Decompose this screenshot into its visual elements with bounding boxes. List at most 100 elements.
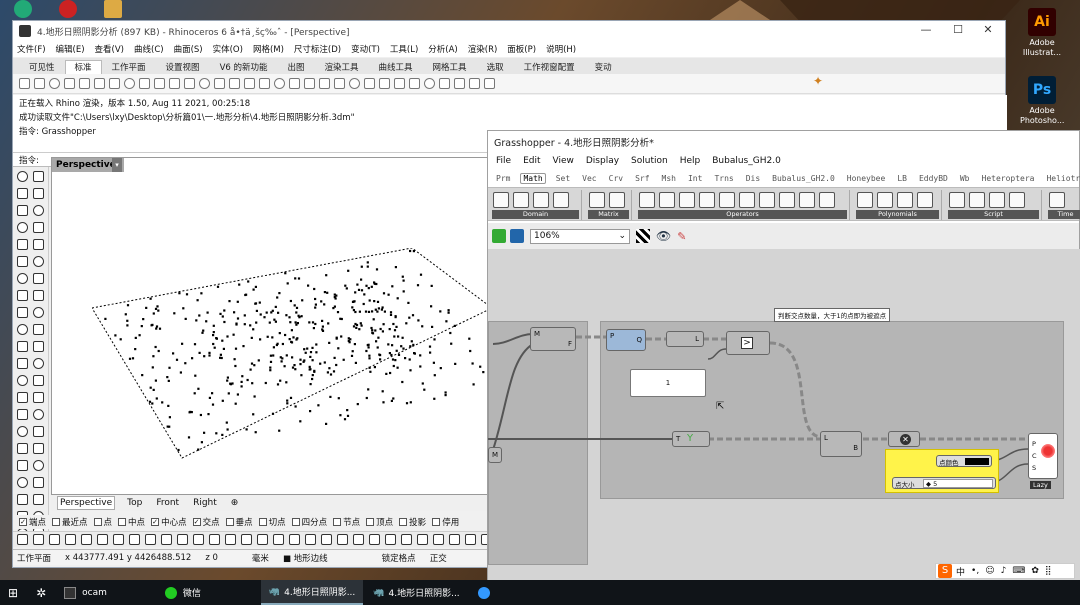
osnap-toggle[interactable]: 垂点 — [225, 516, 253, 528]
status-cplane[interactable]: 工作平面 — [17, 552, 51, 564]
component-icon[interactable] — [1009, 192, 1025, 208]
checkbox[interactable] — [118, 518, 127, 526]
tool-icon[interactable] — [33, 534, 44, 545]
modeling-tool-icon[interactable] — [17, 443, 28, 454]
modeling-tool-icon[interactable] — [33, 341, 44, 352]
status-layer[interactable]: ■ 地形边线 — [283, 552, 328, 564]
gh-tab[interactable]: Srf — [633, 174, 651, 183]
gh-tab[interactable]: Msh — [660, 174, 678, 183]
checkbox[interactable] — [52, 518, 61, 526]
osnap-toggle[interactable]: 中点 — [118, 516, 145, 528]
toolbar-tool-icon[interactable] — [319, 78, 330, 89]
tool-icon[interactable] — [337, 534, 348, 545]
chevron-down-icon[interactable]: ▾ — [112, 158, 122, 172]
gh-menu-solution[interactable]: Solution — [631, 156, 668, 166]
gh-tab[interactable]: Int — [686, 174, 704, 183]
osnap-toggle[interactable]: ✓ 端点 — [19, 516, 46, 528]
component-relay[interactable]: ✕ — [888, 431, 920, 447]
checkbox[interactable]: ✓ — [192, 518, 201, 526]
toolbar-tool-icon[interactable] — [244, 78, 255, 89]
gh-tab[interactable]: Bubalus_GH2.0 — [770, 174, 837, 183]
tab-top[interactable]: Top — [125, 497, 144, 509]
component-icon[interactable] — [589, 192, 605, 208]
menu-dimension[interactable]: 尺寸标注(D) — [294, 43, 341, 55]
modeling-tool-icon[interactable] — [17, 324, 28, 335]
tool-icon[interactable] — [225, 534, 236, 545]
desktop-icon-photoshop[interactable]: Ps Adobe Photosho... — [1020, 76, 1064, 126]
modeling-tool-icon[interactable] — [33, 375, 44, 386]
osnap-toggle[interactable]: 顶点 — [366, 516, 393, 528]
checkbox[interactable] — [432, 518, 441, 526]
osnap-toggle[interactable]: 四分点 — [291, 516, 327, 528]
tool-icon[interactable] — [241, 534, 252, 545]
component-icon[interactable] — [949, 192, 965, 208]
tab-right[interactable]: Right — [191, 497, 219, 509]
checkbox[interactable]: ✓ — [19, 518, 27, 526]
ribbon-group-label[interactable]: Operators — [638, 210, 847, 219]
desktop-icon[interactable] — [14, 0, 32, 18]
tool-icon[interactable] — [145, 534, 156, 545]
component-cull[interactable]: L B — [820, 431, 862, 457]
toolbar-tool-icon[interactable] — [49, 78, 60, 89]
component-icon[interactable] — [1049, 192, 1065, 208]
toolbar-tool-icon[interactable] — [94, 78, 105, 89]
component-t[interactable]: T Y — [672, 431, 710, 447]
modeling-tool-icon[interactable] — [17, 307, 28, 318]
skin-icon[interactable]: ✿ — [1031, 566, 1039, 576]
checkbox[interactable] — [399, 518, 408, 526]
menu-render[interactable]: 渲染(R) — [468, 43, 498, 55]
punctuation-icon[interactable]: •, — [971, 566, 979, 576]
toolbar-tool-icon[interactable] — [349, 78, 360, 89]
tool-icon[interactable] — [257, 534, 268, 545]
tool-icon[interactable] — [65, 534, 76, 545]
gh-tab[interactable]: Set — [554, 174, 572, 183]
status-grid-snap[interactable]: 锁定格点 — [382, 552, 416, 564]
modeling-tool-icon[interactable] — [33, 460, 44, 471]
tab-perspective[interactable]: Perspective — [57, 496, 116, 510]
menu-tools[interactable]: 工具(L) — [390, 43, 418, 55]
osnap-toggle[interactable]: ✓ 交点 — [192, 516, 220, 528]
toolbar-tool-icon[interactable] — [304, 78, 315, 89]
modeling-tool-icon[interactable] — [33, 443, 44, 454]
tool-icon[interactable] — [449, 534, 460, 545]
tool-icon[interactable] — [161, 534, 172, 545]
component-icon[interactable] — [917, 192, 933, 208]
component-icon[interactable] — [533, 192, 549, 208]
modeling-tool-icon[interactable] — [17, 290, 28, 301]
taskbar-rhino[interactable]: 🦏 4.地形日照阴影... — [260, 580, 364, 605]
perspective-viewport[interactable]: Perspective ▾ — [51, 157, 492, 495]
gh-tab[interactable]: Honeybee — [845, 174, 888, 183]
taskbar-app[interactable]: ✲ — [28, 580, 54, 605]
modeling-tool-icon[interactable] — [33, 239, 44, 250]
tab-visibility[interactable]: 可见性 — [19, 60, 65, 74]
toolbar-tool-icon[interactable] — [154, 78, 165, 89]
menu-mesh[interactable]: 网格(M) — [253, 43, 284, 55]
component-icon[interactable] — [609, 192, 625, 208]
ribbon-group-label[interactable]: Polynomials — [856, 210, 939, 219]
tab-mesh-tools[interactable]: 网格工具 — [423, 60, 477, 74]
component-custom-preview[interactable]: P C S — [1028, 433, 1058, 479]
component-icon[interactable] — [877, 192, 893, 208]
tab-standard[interactable]: 标准 — [64, 60, 102, 74]
component-mq[interactable]: M F — [530, 327, 576, 351]
tool-icon[interactable] — [113, 534, 124, 545]
component-icon[interactable] — [699, 192, 715, 208]
toolbar-tool-icon[interactable] — [484, 78, 495, 89]
component-icon[interactable] — [719, 192, 735, 208]
menu-file[interactable]: 文件(F) — [17, 43, 46, 55]
tool-icon[interactable] — [289, 534, 300, 545]
menu-edit[interactable]: 编辑(E) — [56, 43, 85, 55]
menu-solid[interactable]: 实体(O) — [213, 43, 243, 55]
taskbar-rhino-2[interactable]: 🦏 4.地形日照阴影... — [365, 580, 467, 605]
tool-icon[interactable] — [17, 534, 28, 545]
toolbar-tool-icon[interactable] — [454, 78, 465, 89]
rhino-gear-icon[interactable]: ✦ — [813, 74, 823, 88]
toolbar-tool-icon[interactable] — [229, 78, 240, 89]
menu-help[interactable]: 说明(H) — [546, 43, 576, 55]
tab-render-tools[interactable]: 渲染工具 — [315, 60, 369, 74]
toolbar-tool-icon[interactable] — [469, 78, 480, 89]
toolbar-tool-icon[interactable] — [424, 78, 435, 89]
zoom-dropdown[interactable]: 106% ⌄ — [530, 228, 630, 244]
toolbar-tool-icon[interactable] — [274, 78, 285, 89]
tool-icon[interactable] — [401, 534, 412, 545]
